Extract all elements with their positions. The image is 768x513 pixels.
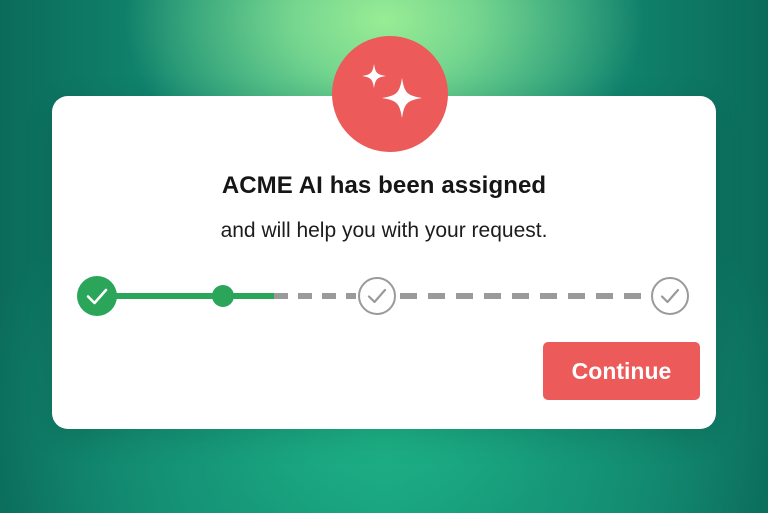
step-1-completed bbox=[77, 276, 117, 316]
ai-badge bbox=[332, 36, 448, 152]
dialog-title: ACME AI has been assigned bbox=[221, 172, 547, 199]
step-2-current bbox=[212, 285, 234, 307]
dialog-subtitle: and will help you with your request. bbox=[220, 219, 548, 242]
step-4-pending bbox=[651, 277, 689, 315]
step-3-pending bbox=[358, 277, 396, 315]
sparkles-icon bbox=[362, 64, 422, 118]
continue-button[interactable]: Continue bbox=[543, 342, 700, 400]
progress-stepper bbox=[77, 276, 689, 316]
